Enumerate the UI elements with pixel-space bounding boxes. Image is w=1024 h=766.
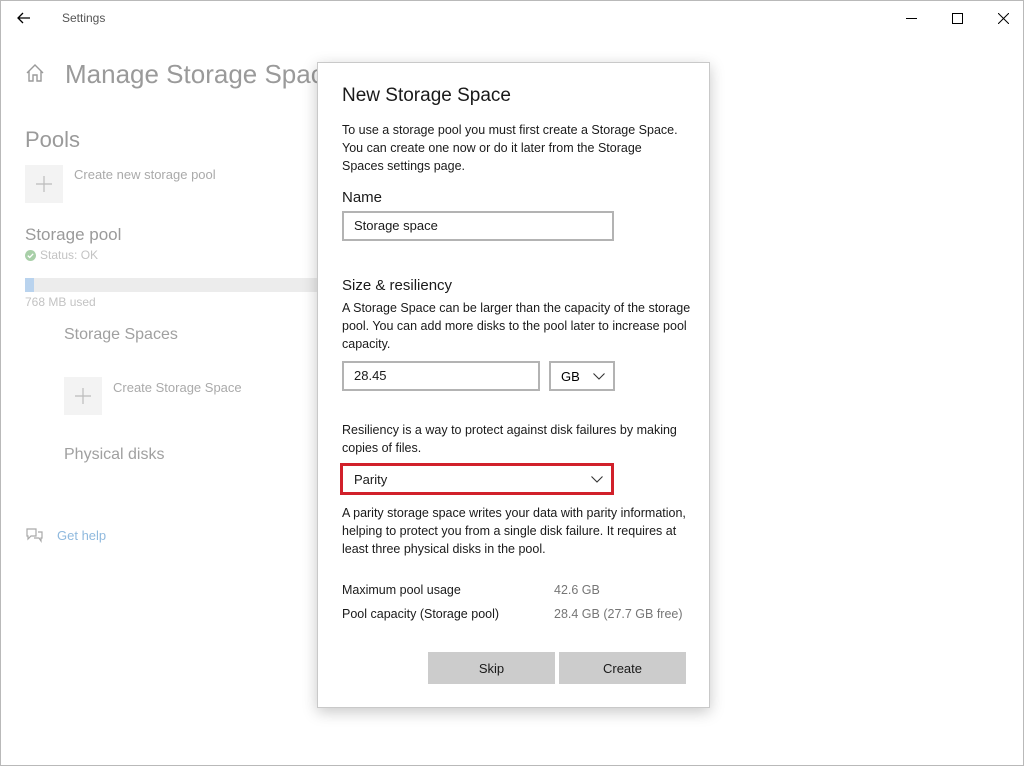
chevron-down-icon <box>593 372 605 380</box>
pool-usage-fill <box>25 278 34 292</box>
create-space-tile[interactable] <box>64 377 102 415</box>
dialog-intro: To use a storage pool you must first cre… <box>342 123 678 173</box>
unit-dropdown[interactable]: GB <box>549 361 615 391</box>
plus-icon <box>36 176 52 192</box>
close-button[interactable] <box>980 1 1024 35</box>
physical-disks-heading: Physical disks <box>64 446 165 463</box>
pool-used-text: 768 MB used <box>25 295 96 309</box>
plus-icon <box>75 388 91 404</box>
pool-usage-bar <box>25 278 317 292</box>
resiliency-value: Parity <box>354 471 388 487</box>
pool-capacity-label: Pool capacity (Storage pool) <box>342 607 500 621</box>
minimize-icon <box>905 17 917 19</box>
pool-status-text: Status: OK <box>40 248 99 262</box>
pool-capacity-value: 28.4 GB (27.7 GB free) <box>554 607 683 621</box>
check-circle-icon <box>25 249 36 261</box>
maximize-button[interactable] <box>934 1 980 35</box>
get-help-label: Get help <box>57 527 107 543</box>
settings-window: Settings Manage Storage Spaces Pools Cre… <box>0 0 1024 766</box>
create-pool-tile[interactable] <box>25 165 63 203</box>
skip-button[interactable]: Skip <box>428 652 555 684</box>
storage-spaces-heading: Storage Spaces <box>64 326 178 343</box>
app-title: Settings <box>62 11 106 25</box>
name-label: Name <box>342 189 383 206</box>
title-bar: Settings <box>1 1 1023 35</box>
maximize-icon <box>951 12 963 24</box>
pool-status: Status: OK <box>25 248 98 262</box>
name-input[interactable]: Storage space <box>342 211 614 241</box>
pool-name: Storage pool <box>25 225 122 244</box>
back-arrow-icon <box>17 12 30 24</box>
parity-description: A parity storage space writes your data … <box>342 506 686 556</box>
size-input-value: 28.45 <box>354 368 387 383</box>
dialog-title: New Storage Space <box>342 85 511 106</box>
max-pool-usage-label: Maximum pool usage <box>342 583 461 597</box>
name-input-value: Storage space <box>354 218 438 233</box>
resiliency-dropdown[interactable]: Parity <box>340 463 614 495</box>
size-resiliency-heading: Size & resiliency <box>342 277 453 294</box>
close-icon <box>997 12 1009 24</box>
chat-help-icon <box>26 528 43 543</box>
create-button[interactable]: Create <box>559 652 686 684</box>
home-icon[interactable] <box>25 63 45 83</box>
pools-heading: Pools <box>25 127 81 152</box>
back-button[interactable] <box>11 6 37 30</box>
size-input[interactable]: 28.45 <box>342 361 540 391</box>
size-description: A Storage Space can be larger than the c… <box>342 301 691 351</box>
minimize-button[interactable] <box>888 1 934 35</box>
get-help-link[interactable]: Get help <box>25 527 106 543</box>
new-storage-space-dialog: New Storage Space To use a storage pool … <box>317 62 710 708</box>
resiliency-description: Resiliency is a way to protect against d… <box>342 423 677 455</box>
unit-value: GB <box>561 368 580 384</box>
create-pool-link[interactable]: Create new storage pool <box>74 167 216 182</box>
create-space-link[interactable]: Create Storage Space <box>113 380 242 395</box>
chevron-down-icon <box>591 475 603 483</box>
page-title: Manage Storage Spaces <box>65 59 352 89</box>
max-pool-usage-value: 42.6 GB <box>554 583 600 597</box>
